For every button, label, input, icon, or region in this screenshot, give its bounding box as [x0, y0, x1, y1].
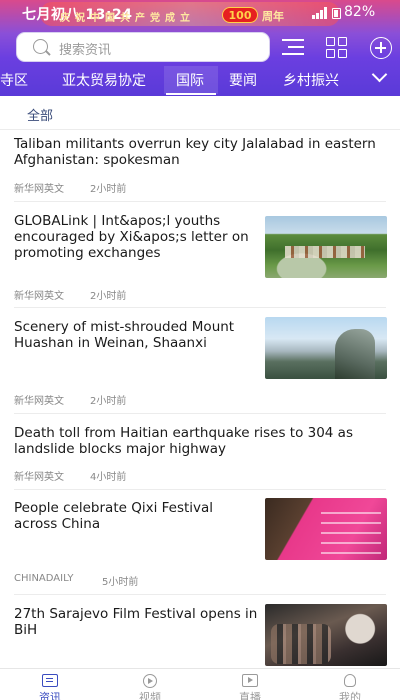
battery-icon: [332, 8, 341, 19]
nav-label: 视频: [139, 691, 161, 700]
news-thumbnail: [265, 498, 387, 560]
status-bar: 七月初八 13:24 庆祝中国共产党成立 100 周年 82%: [0, 0, 400, 26]
tab-headlines[interactable]: 要闻: [229, 70, 257, 90]
filter-all[interactable]: 全部: [27, 105, 53, 124]
news-item[interactable]: Scenery of mist-shrouded Mount Huashan i…: [0, 317, 400, 409]
channel-tabs: 寺区 亚太贸易协定 国际 要闻 乡村振兴: [0, 64, 366, 96]
news-title: GLOBALink | Int&apos;l youths encouraged…: [14, 213, 249, 261]
divider: [14, 489, 386, 490]
profile-icon: [344, 674, 356, 687]
search-input[interactable]: 搜索资讯: [16, 32, 270, 62]
news-item[interactable]: GLOBALink | Int&apos;l youths encouraged…: [0, 213, 400, 303]
news-source: CHINADAILY: [14, 573, 74, 584]
anniversary-banner-suffix: 周年: [262, 10, 284, 23]
news-title: Taliban militants overrun key city Jalal…: [14, 136, 376, 168]
news-item[interactable]: Death toll from Haitian earthquake rises…: [0, 425, 400, 485]
nav-news[interactable]: 资讯: [0, 669, 100, 700]
nav-profile[interactable]: 我的: [300, 669, 400, 700]
divider: [14, 413, 386, 414]
divider: [14, 201, 386, 202]
news-item[interactable]: People celebrate Qixi Festival across Ch…: [0, 498, 400, 590]
tab-indicator: [166, 93, 216, 95]
bottom-navigation: 资讯 视频 直播 我的: [0, 668, 400, 700]
video-icon: [143, 674, 157, 688]
tab-rural-revitalization[interactable]: 乡村振兴: [283, 70, 339, 90]
news-source: 新华网英文: [14, 472, 64, 483]
signal-icon: [312, 7, 328, 19]
news-time: 2小时前: [90, 396, 127, 407]
tab-region[interactable]: 寺区: [0, 70, 28, 90]
news-time: 2小时前: [90, 291, 127, 302]
news-source: 新华网英文: [14, 396, 64, 407]
add-icon[interactable]: [370, 37, 392, 59]
divider: [14, 307, 386, 308]
news-time: 2小时前: [90, 184, 127, 195]
battery-level: 82%: [344, 4, 376, 20]
news-title: 27th Sarajevo Film Festival opens in BiH: [14, 606, 258, 638]
tab-apta[interactable]: 亚太贸易协定: [62, 70, 146, 90]
news-thumbnail: [265, 604, 387, 666]
nav-live[interactable]: 直播: [200, 669, 300, 700]
news-item[interactable]: 27th Sarajevo Film Festival opens in BiH: [0, 604, 400, 668]
live-icon: [242, 674, 258, 687]
news-time: 5小时前: [102, 577, 139, 588]
nav-label: 我的: [339, 691, 361, 700]
divider: [14, 594, 386, 595]
news-thumbnail: [265, 216, 387, 278]
news-item[interactable]: Taliban militants overrun key city Jalal…: [0, 136, 400, 206]
nav-label: 直播: [239, 691, 261, 700]
news-thumbnail: [265, 317, 387, 379]
menu-icon[interactable]: [282, 36, 304, 58]
news-time: 4小时前: [90, 472, 127, 483]
news-source: 新华网英文: [14, 291, 64, 302]
filter-bar: 全部: [0, 96, 400, 130]
grid-icon[interactable]: [326, 37, 348, 59]
chevron-down-icon[interactable]: [371, 66, 388, 83]
anniversary-banner-text: 庆祝中国共产党成立: [60, 13, 195, 24]
news-title: People celebrate Qixi Festival across Ch…: [14, 500, 214, 532]
nav-video[interactable]: 视频: [100, 669, 200, 700]
search-placeholder: 搜索资讯: [59, 43, 112, 58]
news-icon: [42, 674, 58, 687]
news-title: Scenery of mist-shrouded Mount Huashan i…: [14, 319, 235, 351]
news-title: Death toll from Haitian earthquake rises…: [14, 425, 353, 457]
app-header: 七月初八 13:24 庆祝中国共产党成立 100 周年 82% 搜索资讯 寺区 …: [0, 0, 400, 96]
nav-label: 资讯: [39, 691, 61, 700]
news-source: 新华网英文: [14, 184, 64, 195]
search-icon: [33, 39, 48, 54]
tab-international[interactable]: 国际: [176, 70, 204, 90]
anniversary-logo: 100: [222, 7, 258, 23]
